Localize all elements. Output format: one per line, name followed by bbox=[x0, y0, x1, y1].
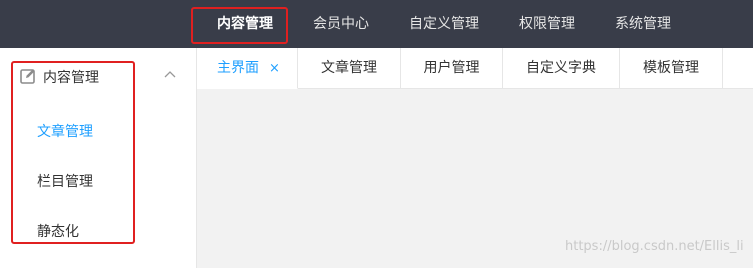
topnav-item-custom[interactable]: 自定义管理 bbox=[409, 0, 479, 48]
sidebar-item-articles[interactable]: 文章管理 bbox=[37, 121, 93, 141]
tab-articles[interactable]: 文章管理 bbox=[298, 48, 401, 89]
edit-icon bbox=[20, 69, 35, 84]
sidebar-group-content[interactable]: 内容管理 bbox=[0, 60, 197, 94]
sidebar-item-columns[interactable]: 栏目管理 bbox=[37, 171, 93, 191]
sidebar-group-label: 内容管理 bbox=[43, 70, 99, 86]
chevron-up-icon[interactable] bbox=[164, 70, 176, 78]
tab-main[interactable]: 主界面 × bbox=[197, 48, 298, 89]
tab-main-label: 主界面 bbox=[217, 60, 259, 76]
topnav-item-permissions[interactable]: 权限管理 bbox=[519, 0, 575, 48]
sidebar: 内容管理 文章管理 栏目管理 静态化 bbox=[0, 48, 197, 268]
top-header: 内容管理 会员中心 自定义管理 权限管理 系统管理 bbox=[0, 0, 753, 48]
tab-custom-dictionary[interactable]: 自定义字典 bbox=[503, 48, 620, 89]
close-icon[interactable]: × bbox=[269, 48, 280, 89]
tab-bar: 主界面 × 文章管理 用户管理 自定义字典 模板管理 bbox=[197, 48, 753, 89]
topnav-item-content[interactable]: 内容管理 bbox=[217, 0, 273, 48]
topnav-item-members[interactable]: 会员中心 bbox=[313, 0, 369, 48]
topnav-item-system[interactable]: 系统管理 bbox=[615, 0, 671, 48]
tab-templates[interactable]: 模板管理 bbox=[620, 48, 723, 89]
tab-users[interactable]: 用户管理 bbox=[401, 48, 503, 89]
watermark: https://blog.csdn.net/Ellis_li bbox=[565, 239, 744, 254]
sidebar-item-static[interactable]: 静态化 bbox=[37, 221, 79, 241]
